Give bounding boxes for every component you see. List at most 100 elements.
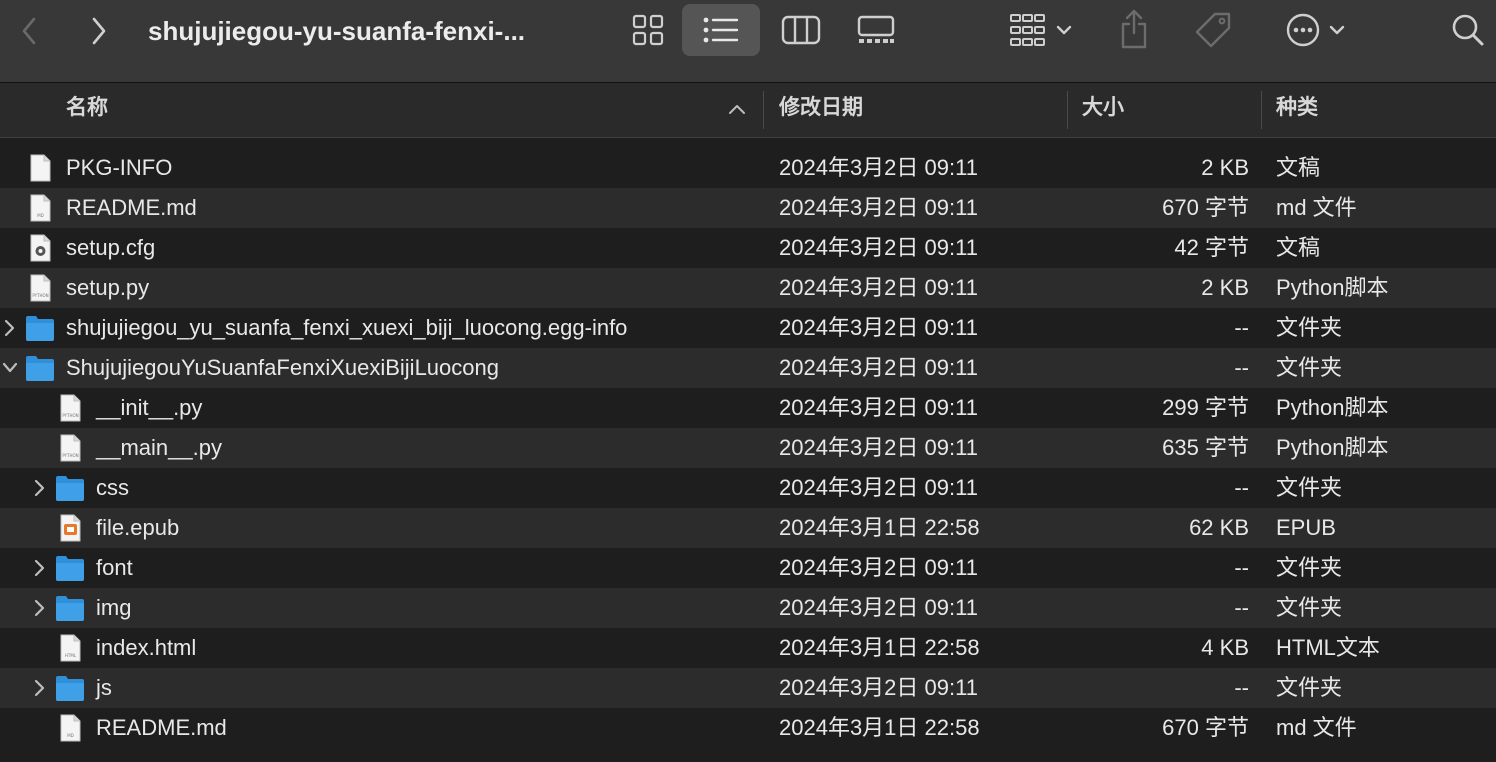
file-size: --	[1234, 675, 1249, 700]
column-divider[interactable]	[763, 91, 764, 129]
python-file-icon: PYTHON	[55, 394, 85, 422]
file-row[interactable]: js 2024年3月2日 09:11 -- 文件夹	[0, 668, 1496, 708]
file-size: 4 KB	[1201, 635, 1249, 660]
file-date: 2024年3月1日 22:58	[779, 715, 980, 740]
folder-icon	[25, 314, 55, 342]
file-name: file.epub	[96, 515, 180, 540]
file-row[interactable]: MD README.md 2024年3月2日 09:11 670 字节 md 文件	[0, 188, 1496, 228]
python-file-icon: PYTHON	[25, 274, 55, 302]
sort-ascending-icon[interactable]	[728, 103, 746, 115]
file-date: 2024年3月1日 22:58	[779, 635, 980, 660]
chevron-left-icon	[22, 17, 36, 45]
column-date-header[interactable]: 修改日期	[779, 83, 1059, 137]
toolbar: shujujiegou-yu-suanfa-fenxi-...	[0, 0, 1496, 83]
file-row[interactable]: img 2024年3月2日 09:11 -- 文件夹	[0, 588, 1496, 628]
file-row[interactable]: ShujujiegouYuSuanfaFenxiXuexiBijiLuocong…	[0, 348, 1496, 388]
window-title: shujujiegou-yu-suanfa-fenxi-...	[148, 16, 526, 46]
file-name: README.md	[96, 715, 227, 740]
file-name: img	[96, 595, 132, 620]
file-row[interactable]: PYTHON __main__.py 2024年3月2日 09:11 635 字节 P…	[0, 428, 1496, 468]
column-kind-header[interactable]: 种类	[1276, 83, 1486, 137]
file-kind: Python脚本	[1276, 275, 1389, 300]
chevron-down-icon	[1329, 25, 1345, 35]
file-row[interactable]: css 2024年3月2日 09:11 -- 文件夹	[0, 468, 1496, 508]
file-kind: Python脚本	[1276, 395, 1389, 420]
file-kind: Python脚本	[1276, 435, 1389, 460]
file-name: setup.py	[66, 275, 150, 300]
file-size: --	[1234, 475, 1249, 500]
file-row[interactable]: PKG-INFO 2024年3月2日 09:11 2 KB 文稿	[0, 148, 1496, 188]
file-kind: md 文件	[1276, 195, 1357, 220]
file-size: --	[1234, 355, 1249, 380]
column-size-header[interactable]: 大小	[1082, 83, 1252, 137]
column-date-label: 修改日期	[779, 96, 863, 119]
file-date: 2024年3月2日 09:11	[779, 475, 978, 500]
disclosure-expanded-icon[interactable]	[2, 358, 18, 378]
search-icon	[1452, 14, 1484, 46]
file-row[interactable]: shujujiegou_yu_suanfa_fenxi_xuexi_biji_l…	[0, 308, 1496, 348]
disclosure-collapsed-icon[interactable]	[32, 478, 48, 498]
file-date: 2024年3月2日 09:11	[779, 435, 978, 460]
ellipsis-circle-icon	[1286, 13, 1320, 47]
file-date: 2024年3月2日 09:11	[779, 315, 978, 340]
file-name: font	[96, 555, 133, 580]
column-divider[interactable]	[1261, 91, 1262, 129]
group-by-button[interactable]	[1000, 6, 1080, 54]
icon-view-button[interactable]	[622, 6, 674, 54]
file-date: 2024年3月2日 09:11	[779, 595, 978, 620]
folder-icon	[55, 474, 85, 502]
back-button[interactable]	[12, 14, 46, 48]
file-row[interactable]: setup.cfg 2024年3月2日 09:11 42 字节 文稿	[0, 228, 1496, 268]
share-button[interactable]	[1114, 4, 1154, 54]
gallery-view-button[interactable]	[850, 6, 902, 54]
share-icon	[1121, 9, 1147, 49]
search-button[interactable]	[1446, 8, 1490, 52]
epub-file-icon	[55, 514, 85, 542]
file-kind: 文件夹	[1276, 475, 1343, 500]
file-kind: 文稿	[1276, 155, 1321, 180]
file-name: PKG-INFO	[66, 155, 173, 180]
file-size: --	[1234, 555, 1249, 580]
file-date: 2024年3月2日 09:11	[779, 395, 978, 420]
file-name: __init__.py	[96, 395, 203, 420]
file-row[interactable]: file.epub 2024年3月1日 22:58 62 KB EPUB	[0, 508, 1496, 548]
svg-text:HTML: HTML	[65, 653, 77, 658]
file-size: 670 字节	[1162, 195, 1249, 220]
file-kind: 文件夹	[1276, 355, 1343, 380]
disclosure-collapsed-icon[interactable]	[32, 558, 48, 578]
file-name: shujujiegou_yu_suanfa_fenxi_xuexi_biji_l…	[66, 315, 628, 340]
folder-icon	[55, 554, 85, 582]
file-row[interactable]: font 2024年3月2日 09:11 -- 文件夹	[0, 548, 1496, 588]
disclosure-collapsed-icon[interactable]	[32, 678, 48, 698]
file-row[interactable]: PYTHON setup.py 2024年3月2日 09:11 2 KB Python…	[0, 268, 1496, 308]
tag-button[interactable]	[1188, 6, 1238, 54]
column-name-header[interactable]: 名称	[66, 83, 756, 137]
file-date: 2024年3月2日 09:11	[779, 275, 978, 300]
column-header: 名称 修改日期 大小 种类	[0, 83, 1496, 138]
column-divider[interactable]	[1067, 91, 1068, 129]
markdown-file-icon: MD	[25, 194, 55, 222]
grid-icon	[632, 14, 664, 46]
file-name: css	[96, 475, 129, 500]
file-row[interactable]: HTML index.html 2024年3月1日 22:58 4 KB HTML文本	[0, 628, 1496, 668]
file-kind: 文件夹	[1276, 675, 1343, 700]
list-icon	[703, 17, 739, 43]
list-view-button[interactable]	[682, 4, 760, 56]
file-size: --	[1234, 315, 1249, 340]
columns-icon	[781, 15, 821, 45]
file-size: 635 字节	[1162, 435, 1249, 460]
disclosure-collapsed-icon[interactable]	[32, 598, 48, 618]
file-size: --	[1234, 595, 1249, 620]
forward-button[interactable]	[82, 14, 116, 48]
disclosure-collapsed-icon[interactable]	[2, 318, 18, 338]
group-icon	[1010, 14, 1045, 46]
file-kind: 文件夹	[1276, 595, 1343, 620]
file-kind: 文件夹	[1276, 555, 1343, 580]
column-view-button[interactable]	[776, 6, 826, 54]
file-row[interactable]: MD README.md 2024年3月1日 22:58 670 字节 md 文件	[0, 708, 1496, 748]
file-name: __main__.py	[96, 435, 222, 460]
svg-text:PYTHON: PYTHON	[32, 293, 48, 298]
more-actions-button[interactable]	[1276, 6, 1354, 54]
file-row[interactable]: PYTHON __init__.py 2024年3月2日 09:11 299 字节 P…	[0, 388, 1496, 428]
file-kind: EPUB	[1276, 515, 1336, 540]
